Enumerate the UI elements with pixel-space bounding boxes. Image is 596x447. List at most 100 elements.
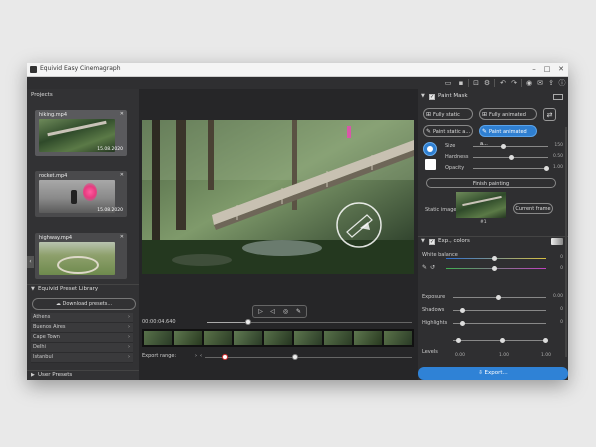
hardness-slider-knob[interactable] <box>509 155 514 160</box>
levels-mid-knob[interactable] <box>500 338 505 343</box>
toolbar: ▭ ▪ ⊡ ⚙ ↶ ↷ ◉ ✉ ⇪ ⓘ <box>27 77 568 89</box>
fully-animated-button[interactable]: ⊞ Fully animated <box>479 108 537 120</box>
brush-static-icon: ✎ <box>425 128 432 135</box>
brush-icon[interactable]: ✎ <box>294 307 303 316</box>
project-name: highway.mp4 <box>39 235 73 241</box>
preset-library-header[interactable]: ▼ Equivid Preset Library <box>27 284 139 295</box>
project-date: 15.08.2020 <box>97 208 123 213</box>
static-image-number: #1 <box>480 220 487 225</box>
levels-white-knob[interactable] <box>543 338 548 343</box>
download-presets-label: Download presets... <box>62 301 113 307</box>
size-slider[interactable] <box>473 146 548 147</box>
chevron-right-icon: › <box>128 354 130 360</box>
highlights-label: Highlights <box>422 320 448 326</box>
eraser-icon[interactable] <box>553 94 563 100</box>
app-icon <box>30 66 37 73</box>
eye-icon[interactable]: ◎ <box>281 307 290 316</box>
preset-item[interactable]: Cape Town › <box>31 333 133 343</box>
brush-size-preview[interactable] <box>423 142 437 156</box>
levels-value-mid: 1.00 <box>498 353 509 358</box>
export-range-track[interactable] <box>205 357 412 358</box>
close-icon[interactable]: ✕ <box>120 172 124 178</box>
paint-animated-button[interactable]: ✎ Paint animated a... <box>479 125 537 147</box>
film-frame <box>144 331 172 345</box>
opacity-slider[interactable] <box>473 168 548 169</box>
paint-mask-checkbox[interactable]: ✓ <box>429 94 435 100</box>
mail-icon[interactable]: ✉ <box>536 79 544 87</box>
opacity-swatch[interactable] <box>425 159 436 170</box>
project-card-hiking[interactable]: hiking.mp4 ✕ 15.08.2020 <box>35 110 127 156</box>
paint-static-button[interactable]: ✎ Paint static a... <box>423 125 473 137</box>
project-card-highway[interactable]: highway.mp4 ✕ <box>35 233 127 279</box>
reset-icon[interactable]: ↺ <box>430 264 435 271</box>
highlights-slider-knob[interactable] <box>460 321 465 326</box>
window-title: Equivid Easy Cinemagraph <box>40 65 121 72</box>
preview-icon[interactable]: ◉ <box>525 79 533 87</box>
share-icon[interactable]: ⇪ <box>547 79 555 87</box>
timecode: 00:00:04.640 <box>142 319 176 325</box>
exposure-value: 0.00 <box>552 294 563 299</box>
playhead-knob[interactable] <box>245 319 251 325</box>
undo-icon[interactable]: ↶ <box>499 79 507 87</box>
finish-painting-button[interactable]: Finish painting <box>426 178 556 188</box>
levels-black-knob[interactable] <box>456 338 461 343</box>
export-range-end-knob[interactable] <box>292 354 298 360</box>
close-icon[interactable]: ✕ <box>120 234 124 240</box>
preset-name: Cape Town <box>33 334 60 340</box>
save-icon[interactable]: ▪ <box>457 79 465 87</box>
filmstrip[interactable] <box>142 329 414 347</box>
shadows-slider-knob[interactable] <box>460 308 465 313</box>
help-icon[interactable]: ⓘ <box>558 79 566 87</box>
chevron-right-icon[interactable]: › <box>195 353 197 359</box>
project-card-rocket[interactable]: rocket.mp4 ✕ 15.08.2020 <box>35 171 127 217</box>
chevron-right-icon: › <box>128 334 130 340</box>
minimize-icon[interactable]: – <box>528 64 540 74</box>
film-frame <box>294 331 322 345</box>
redo-icon[interactable]: ↷ <box>510 79 518 87</box>
shadows-slider[interactable] <box>453 310 546 311</box>
preset-item[interactable]: Delhi › <box>31 343 133 353</box>
user-presets-title: User Presets <box>38 372 73 378</box>
exposure-slider-knob[interactable] <box>496 295 501 300</box>
video-preview[interactable] <box>142 120 414 274</box>
toolbar-divider <box>521 79 522 87</box>
preset-item[interactable]: Buenos Aires › <box>31 323 133 333</box>
volume-icon[interactable]: ◁ <box>268 307 277 316</box>
film-frame <box>324 331 352 345</box>
timeline-scrubber[interactable] <box>207 319 412 325</box>
maximize-icon[interactable]: □ <box>541 64 553 74</box>
projects-panel: Projects hiking.mp4 ✕ 15.08.2020 rocket.… <box>27 89 139 380</box>
color-preset-icon[interactable] <box>551 238 563 245</box>
swap-mask-button[interactable]: ⇄ <box>543 108 556 121</box>
current-frame-button[interactable]: Current frame <box>513 203 553 214</box>
size-value: 150 <box>554 143 563 148</box>
collapse-panel-tab[interactable]: ‹ <box>27 256 34 268</box>
user-presets-header[interactable]: ▶ User Presets <box>27 370 139 380</box>
chevron-right-icon: › <box>128 324 130 330</box>
exp-colors-header[interactable]: ▼ ✓ Exp., colors <box>418 236 568 247</box>
eyedropper-icon[interactable]: ✎ <box>422 264 427 271</box>
highlights-slider[interactable] <box>453 323 546 324</box>
tint-slider-knob[interactable] <box>492 266 497 271</box>
close-icon[interactable]: ✕ <box>555 64 567 74</box>
exp-colors-checkbox[interactable]: ✓ <box>429 239 435 245</box>
play-icon[interactable]: ▷ <box>256 307 265 316</box>
temperature-slider-knob[interactable] <box>492 256 497 261</box>
static-image-thumbnail[interactable] <box>456 192 506 218</box>
shadows-value: 0 <box>560 307 563 312</box>
download-presets-button[interactable]: ☁ Download presets... <box>32 298 136 310</box>
settings-icon[interactable]: ⚙ <box>483 79 491 87</box>
paint-mask-header[interactable]: ▼ ✓ Paint Mask <box>418 92 568 102</box>
export-label: Export... <box>484 370 508 376</box>
new-project-icon[interactable]: ⊡ <box>472 79 480 87</box>
export-button[interactable]: ⇩ Export... <box>418 367 568 380</box>
fully-static-button[interactable]: ⊞ Fully static <box>423 108 473 120</box>
preset-item[interactable]: Istanbul › <box>31 353 133 363</box>
export-range-start-knob[interactable] <box>222 354 228 360</box>
chevron-left-icon[interactable]: ‹ <box>200 353 202 359</box>
toolbar-divider <box>494 79 495 87</box>
close-icon[interactable]: ✕ <box>120 111 124 117</box>
preset-item[interactable]: Athens › <box>31 313 133 323</box>
size-slider-knob[interactable] <box>501 144 506 149</box>
open-folder-icon[interactable]: ▭ <box>444 79 452 87</box>
